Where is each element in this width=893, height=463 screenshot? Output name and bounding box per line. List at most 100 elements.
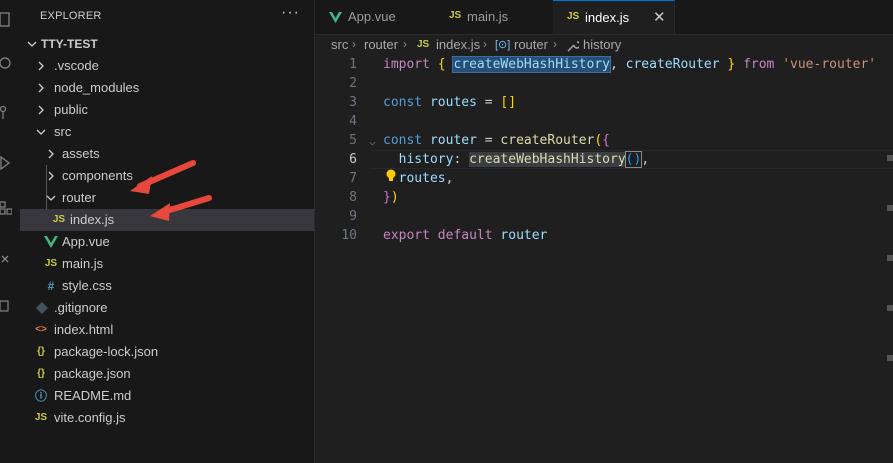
tree-item-package-json[interactable]: {} package.json (20, 363, 314, 385)
json-file-icon: {} (37, 368, 45, 379)
breadcrumb-router-symbol[interactable]: router (514, 37, 548, 52)
tree-item-vscode[interactable]: .vscode (20, 55, 314, 77)
line-number: 4 (349, 114, 357, 129)
vue-icon (44, 236, 58, 248)
tree-item-package-lock-json[interactable]: {} package-lock.json (20, 341, 314, 363)
code-line-5: const router = createRouter({ (383, 133, 610, 148)
tab-main-js[interactable]: JS main.js (435, 0, 554, 34)
tree-item-assets[interactable]: assets (20, 143, 314, 165)
line-number: 2 (349, 76, 357, 91)
tree-item-label: style.css (62, 278, 112, 293)
tree-item-index-html[interactable]: <> index.html (20, 319, 314, 341)
tab-label: index.js (585, 10, 630, 25)
tree-item-public[interactable]: public (20, 99, 314, 121)
code-token: createWebHashHistory (452, 56, 611, 73)
code-token: const (383, 133, 423, 148)
explorer-header: EXPLORER ··· (20, 0, 314, 34)
html-file-icon: <> (35, 324, 47, 335)
tree-item-label: index.js (70, 212, 115, 227)
files-icon[interactable] (0, 12, 12, 27)
git-icon (36, 302, 48, 314)
fold-chevron-icon[interactable]: ⌵ (369, 135, 376, 148)
workspace-root-label: TTY-TEST (41, 37, 98, 51)
close-tab-icon[interactable]: ✕ (653, 8, 666, 26)
tree-item-src[interactable]: src (20, 121, 314, 143)
code-token: router (429, 133, 477, 148)
tree-item-node-modules[interactable]: node_modules (20, 77, 314, 99)
tree-item-components[interactable]: components (20, 165, 314, 187)
tree-item-label: router (62, 190, 96, 205)
explorer-title: EXPLORER (40, 10, 102, 22)
code-line-10: export default router (383, 228, 547, 243)
tree-item-vite-config-js[interactable]: JS vite.config.js (20, 407, 314, 429)
chevron-right-icon (48, 149, 54, 159)
tree-item-label: App.vue (62, 234, 110, 249)
info-icon: ⓘ (34, 389, 47, 403)
code-line-1: import { createWebHashHistory, createRou… (383, 56, 877, 73)
chevron-right-icon: › (403, 37, 407, 51)
breadcrumb: src › router › JS index.js › [⊙] router … (315, 35, 893, 55)
tree-item-label: main.js (62, 256, 104, 271)
line-number: 1 (349, 57, 357, 72)
chevron-right-icon: › (352, 37, 356, 51)
code-token: routes (398, 171, 446, 186)
copy-icon[interactable] (0, 298, 12, 312)
js-file-icon: JS (567, 11, 580, 22)
tree-item-index-js[interactable]: JS index.js (20, 209, 314, 231)
line-number: 3 (349, 95, 357, 110)
line-number: 5 (349, 133, 357, 148)
breadcrumb-src[interactable]: src (331, 37, 348, 52)
extensions-icon[interactable] (0, 200, 12, 215)
tree-item-label: public (54, 102, 88, 117)
json-file-icon: {} (37, 346, 45, 357)
code-token: default (437, 228, 493, 243)
minimap[interactable] (885, 55, 893, 463)
code-line-8: }) (383, 190, 399, 205)
chevron-right-icon: › (483, 37, 487, 51)
code-token: 'vue-router' (782, 57, 877, 72)
tree-item-label: package-lock.json (54, 344, 159, 359)
tree-item-router[interactable]: router (20, 187, 314, 209)
js-file-icon: JS (449, 10, 462, 21)
code-token: history (398, 152, 454, 167)
js-file-icon: JS (52, 214, 66, 225)
breadcrumb-router-folder[interactable]: router (364, 37, 398, 52)
js-file-icon: JS (417, 39, 430, 50)
code-token: createRouter (500, 133, 595, 148)
tab-index-js[interactable]: JS index.js ✕ (553, 0, 675, 34)
source-control-icon[interactable] (0, 105, 12, 119)
tree-item-app-vue[interactable]: App.vue (20, 231, 314, 253)
code-line-3: const routes = [] (383, 95, 517, 110)
tree-item-label: index.html (54, 322, 114, 337)
breadcrumb-history[interactable]: history (583, 37, 621, 52)
code-token: import (383, 57, 430, 72)
css-file-icon: # (47, 279, 55, 293)
wrench-icon (567, 41, 579, 52)
tree-item-label: vite.config.js (54, 410, 126, 425)
workspace-root[interactable]: TTY-TEST (20, 33, 314, 55)
code-token: createRouter (625, 57, 720, 72)
tab-app-vue[interactable]: App.vue (315, 0, 436, 34)
search-icon[interactable] (0, 56, 12, 70)
tree-item-readme[interactable]: ⓘ README.md (20, 385, 314, 407)
tree-item-label: package.json (54, 366, 131, 381)
code-token: routes (429, 95, 477, 110)
code-line-6: history: createWebHashHistory(), (398, 151, 650, 168)
lightbulb-icon[interactable] (385, 169, 397, 183)
chevron-right-icon (38, 83, 44, 93)
tree-item-label: .gitignore (54, 300, 108, 315)
run-debug-icon[interactable] (0, 155, 12, 171)
tree-item-main-js[interactable]: JS main.js (20, 253, 314, 275)
line-number: 8 (349, 190, 357, 205)
tree-item-label: README.md (54, 388, 132, 403)
tree-item-gitignore[interactable]: .gitignore (20, 297, 314, 319)
more-actions-icon[interactable]: ··· (281, 4, 300, 22)
tree-item-label: .vscode (54, 58, 99, 73)
chevron-down-icon (27, 41, 37, 47)
remote-explorer-icon[interactable] (0, 252, 12, 266)
chevron-down-icon (36, 129, 46, 135)
code-editor[interactable]: 1 2 3 4 5 6 7 8 9 10 ⌵ import { createWe… (315, 55, 893, 463)
breadcrumb-index-js[interactable]: index.js (436, 37, 480, 52)
tree-item-style-css[interactable]: # style.css (20, 275, 314, 297)
code-token: export (383, 228, 430, 243)
